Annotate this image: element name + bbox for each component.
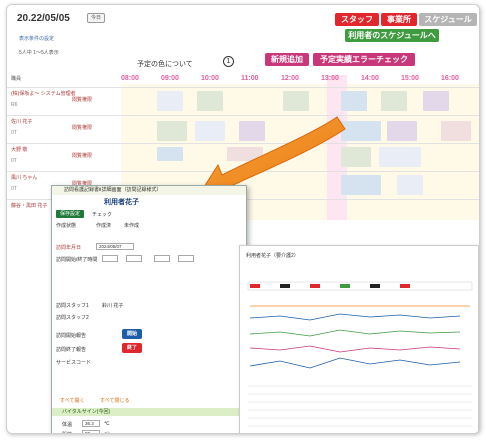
staff-permission: 閲覧権限 bbox=[72, 125, 93, 131]
pulse-label: 脈拍 bbox=[62, 431, 72, 433]
temp-input[interactable]: 36.3 bbox=[82, 420, 100, 427]
service-code-label: サービスコード bbox=[56, 360, 92, 366]
staff-sub: 0T bbox=[11, 130, 17, 136]
new-button[interactable]: 新規追加 bbox=[265, 53, 309, 66]
schedule-block[interactable] bbox=[157, 147, 183, 161]
staff-row[interactable]: (株)保坂よ〜 システム管理者 R6 閲覧権限 bbox=[7, 87, 479, 115]
open-all-link[interactable]: すべて開く bbox=[60, 397, 84, 404]
type-label: 作成状態 bbox=[56, 223, 77, 229]
count-text: 5人中 1〜5人表示 bbox=[19, 50, 59, 56]
current-date: 20.22/05/05 bbox=[17, 13, 70, 24]
screenshot-frame: 20.22/05/05 今日 スタッフ 事業所 スケジュール 利用者のスケジュー… bbox=[6, 4, 480, 434]
staff-sub: 0T bbox=[11, 158, 17, 164]
start-hour-select[interactable] bbox=[102, 255, 118, 262]
schedule-block[interactable] bbox=[341, 147, 371, 167]
schedule-block[interactable] bbox=[341, 91, 367, 111]
start-minute-select[interactable] bbox=[126, 255, 142, 262]
temp-unit: ℃ bbox=[104, 421, 110, 427]
start-report-label: 訪問開始報告 bbox=[56, 333, 87, 339]
pulse-unit: /分 bbox=[104, 431, 110, 433]
time-header: 15:00 bbox=[401, 75, 419, 82]
end-report-button[interactable]: 終了 bbox=[122, 343, 142, 353]
date-label: 訪問年月日 bbox=[56, 245, 82, 251]
staff-name: 風川 ちゃん bbox=[11, 175, 38, 181]
pulse-input[interactable]: 80 bbox=[82, 430, 100, 433]
check-label: チェック bbox=[92, 212, 113, 218]
time-header: 14:00 bbox=[361, 75, 379, 82]
schedule-block[interactable] bbox=[387, 121, 417, 141]
temp-label: 体温 bbox=[62, 422, 73, 428]
date-input[interactable]: 2024/05/07 bbox=[96, 243, 134, 250]
type-option-done[interactable]: 作成済 bbox=[96, 222, 111, 229]
legend-title: 予定の色について bbox=[137, 61, 193, 68]
end-minute-select[interactable] bbox=[178, 255, 194, 262]
staff1-label: 訪問スタッフ1 bbox=[56, 303, 89, 309]
schedule-block[interactable] bbox=[195, 121, 225, 141]
vital-chart bbox=[247, 281, 473, 427]
staff-button[interactable]: スタッフ bbox=[335, 13, 379, 26]
schedule-block[interactable] bbox=[239, 121, 265, 141]
end-report-label: 訪問終了報告 bbox=[56, 347, 87, 353]
user-name: 利用者花子 bbox=[104, 199, 139, 206]
close-all-link[interactable]: すべて閉じる bbox=[100, 397, 129, 404]
schedule-block[interactable] bbox=[157, 121, 187, 141]
time-header: 13:00 bbox=[321, 75, 339, 82]
schedule-block[interactable] bbox=[341, 121, 381, 141]
time-header: 12:00 bbox=[281, 75, 299, 82]
schedule-block[interactable] bbox=[441, 121, 471, 141]
staff-sub: R6 bbox=[11, 102, 18, 108]
settings-link[interactable]: 表示条件の設定 bbox=[19, 35, 54, 42]
user-schedule-button[interactable]: 利用者のスケジュールへ bbox=[345, 29, 439, 42]
error-check-button[interactable]: 予定実績エラーチェック bbox=[313, 53, 415, 66]
time-header: 11:00 bbox=[241, 75, 259, 82]
legend-info-icon[interactable]: 1 bbox=[223, 56, 234, 67]
staff-permission: 閲覧権限 bbox=[72, 97, 93, 103]
staff1-value: 鈴川 花子 bbox=[102, 303, 124, 309]
schedule-block[interactable] bbox=[197, 91, 223, 111]
save-settings-button[interactable]: 保存設定 bbox=[56, 210, 84, 218]
schedule-button[interactable]: スケジュール bbox=[419, 13, 477, 26]
schedule-block[interactable] bbox=[423, 91, 449, 111]
staff-name: (株)保坂よ〜 システム管理者 bbox=[11, 91, 76, 97]
schedule-block[interactable] bbox=[283, 91, 309, 111]
schedule-block[interactable] bbox=[379, 147, 421, 167]
form-title: 訪問看護記録書Ⅱ詳細画面（訪問記録様式） bbox=[52, 186, 246, 195]
staff-name: 佐川 花子 bbox=[11, 119, 33, 125]
time-header: 08:00 bbox=[121, 75, 139, 82]
staff-name: 大野 敬 bbox=[11, 147, 28, 153]
staff-column-header: 職員 bbox=[11, 76, 22, 82]
schedule-block[interactable] bbox=[381, 91, 407, 111]
schedule-block[interactable] bbox=[341, 175, 381, 195]
type-option-undone[interactable]: 未作成 bbox=[124, 222, 139, 229]
end-hour-select[interactable] bbox=[154, 255, 170, 262]
record-preview: 利用者花子（要介護2） bbox=[239, 245, 479, 433]
staff-name: 藤谷・黒田 花子 bbox=[11, 203, 48, 209]
time-header: 16:00 bbox=[441, 75, 459, 82]
start-report-button[interactable]: 開始 bbox=[122, 329, 142, 339]
schedule-block[interactable] bbox=[397, 175, 423, 195]
service-button[interactable]: 事業所 bbox=[381, 13, 417, 26]
time-label: 訪問開始/終了時間 bbox=[56, 257, 98, 263]
staff2-label: 訪問スタッフ2 bbox=[56, 315, 89, 321]
time-header: 10:00 bbox=[201, 75, 219, 82]
staff-permission: 閲覧権限 bbox=[72, 153, 93, 159]
visit-record-form: 訪問看護記録書Ⅱ詳細画面（訪問記録様式） 利用者花子 保存設定 チェック 作成状… bbox=[51, 185, 247, 433]
time-header: 09:00 bbox=[161, 75, 179, 82]
today-button[interactable]: 今日 bbox=[87, 13, 105, 23]
staff-sub: 0T bbox=[11, 186, 17, 192]
schedule-block[interactable] bbox=[157, 91, 183, 111]
vital-section-header[interactable]: バイタルサイン(今回) bbox=[52, 408, 246, 416]
schedule-block[interactable] bbox=[227, 147, 263, 161]
